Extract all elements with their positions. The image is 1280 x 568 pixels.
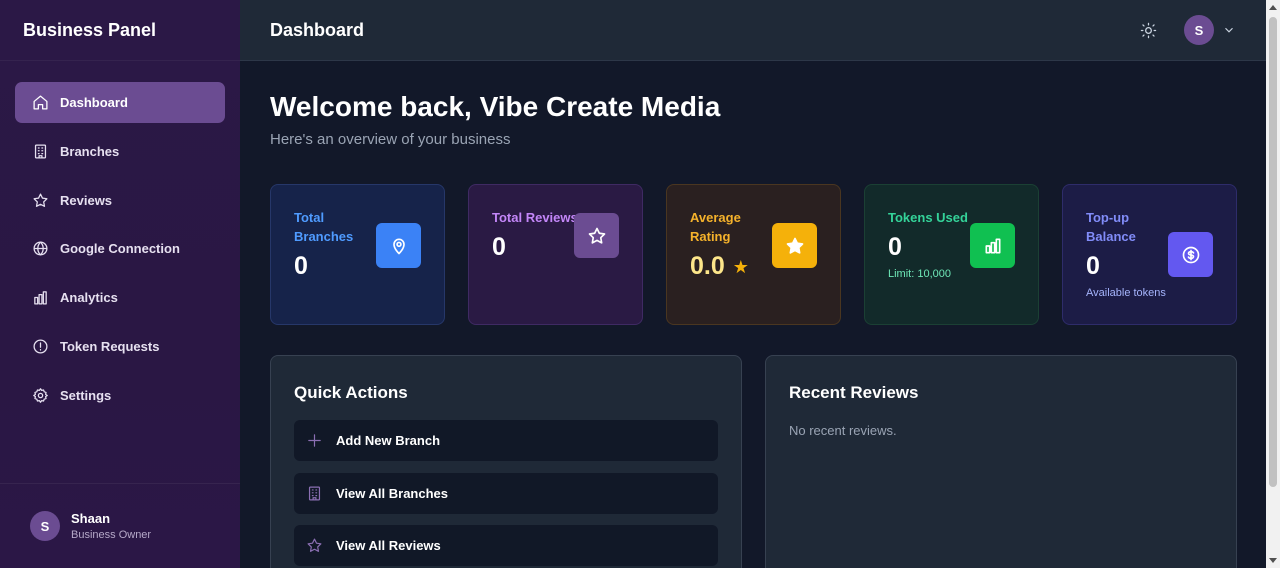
stat-card-total-branches: Total Branches 0 (270, 184, 445, 325)
rating-star-icon: ★ (732, 257, 749, 277)
star-icon (32, 192, 49, 209)
recent-reviews-title: Recent Reviews (789, 383, 919, 402)
star-icon (306, 537, 323, 554)
star-icon (574, 213, 619, 258)
building-icon (306, 485, 323, 502)
theme-toggle-sun-icon[interactable] (1138, 20, 1158, 40)
sidebar-item-settings[interactable]: Settings (15, 375, 225, 416)
sidebar-item-label: Token Requests (60, 338, 160, 354)
globe-icon (32, 240, 49, 257)
sidebar-item-label: Dashboard (60, 95, 128, 110)
sidebar-item-label: Branches (60, 143, 120, 159)
quick-actions-title: Quick Actions (294, 383, 408, 402)
sidebar-item-label: Settings (60, 387, 112, 403)
stat-value: 0 (888, 233, 902, 261)
dollar-coin-icon (1168, 232, 1213, 277)
welcome-subtitle: Here's an overview of your business (270, 131, 511, 148)
sidebar-item-branches[interactable]: Branches (15, 131, 225, 172)
avatar: S (30, 511, 60, 541)
stat-label: Total Reviews (492, 210, 578, 225)
gear-icon (32, 387, 49, 404)
sidebar-user[interactable]: S Shaan Business Owner (0, 483, 240, 568)
sidebar-item-reviews[interactable]: Reviews (15, 180, 225, 221)
quick-actions-panel: Quick Actions Add New Branch View All Br… (270, 355, 742, 568)
stat-cards: Total Branches 0 Total Reviews 0 Average… (270, 184, 1237, 325)
stat-label: Total Branches (294, 210, 354, 244)
quick-action-label: View All Reviews (336, 538, 441, 553)
quick-action-label: View All Branches (336, 485, 448, 501)
sidebar-item-dashboard[interactable]: Dashboard (15, 82, 225, 123)
map-pin-icon (376, 223, 421, 268)
scroll-down-arrow-icon[interactable] (1269, 558, 1277, 563)
view-all-reviews-button[interactable]: View All Reviews (294, 525, 718, 566)
plus-icon (306, 432, 323, 449)
stat-note: Available tokens (1086, 287, 1166, 299)
stat-value: 0 (294, 252, 308, 280)
add-new-branch-button[interactable]: Add New Branch (294, 420, 718, 461)
stat-card-topup-balance: Top-up Balance 0 Available tokens (1062, 184, 1237, 325)
star-icon (772, 223, 817, 268)
stat-card-total-reviews: Total Reviews 0 (468, 184, 643, 325)
user-role: Business Owner (71, 529, 152, 541)
stat-value: 0 (492, 233, 506, 261)
chevron-down-icon[interactable] (1222, 23, 1236, 37)
stat-label: Top-up Balance (1086, 210, 1136, 244)
sidebar-item-analytics[interactable]: Analytics (15, 277, 225, 318)
main-content: Welcome back, Vibe Create Media Here's a… (240, 61, 1266, 568)
stat-value: 0 (1086, 252, 1100, 280)
building-icon (32, 143, 49, 160)
view-all-branches-button[interactable]: View All Branches (294, 472, 718, 514)
bar-chart-icon (970, 223, 1015, 268)
user-name: Shaan (71, 511, 111, 526)
stat-card-average-rating: Average Rating 0.0 ★ (666, 184, 841, 325)
empty-reviews-text: No recent reviews. (789, 423, 897, 438)
header-avatar[interactable]: S (1184, 15, 1214, 45)
page-title: Dashboard (270, 19, 365, 40)
sidebar-item-label: Reviews (60, 192, 113, 208)
alert-circle-icon (32, 338, 49, 355)
quick-action-label: Add New Branch (336, 433, 441, 448)
sidebar-item-token-requests[interactable]: Token Requests (15, 326, 225, 367)
top-header: Dashboard S (240, 0, 1266, 61)
stat-label: Average Rating (690, 210, 741, 244)
stat-card-tokens-used: Tokens Used 0 Limit: 10,000 (864, 184, 1039, 325)
bar-chart-icon (32, 289, 49, 306)
sidebar-item-google-connection[interactable]: Google Connection (15, 228, 225, 269)
scroll-up-arrow-icon[interactable] (1269, 5, 1277, 10)
home-icon (32, 94, 49, 111)
welcome-heading: Welcome back, Vibe Create Media (270, 91, 721, 122)
brand-title: Business Panel (0, 0, 240, 61)
scroll-thumb[interactable] (1269, 17, 1277, 487)
sidebar-nav: Dashboard Branches Reviews Google Connec… (0, 61, 240, 416)
stat-label: Tokens Used (888, 210, 968, 225)
sidebar-item-label: Analytics (60, 290, 118, 306)
sidebar-item-label: Google Connection (60, 241, 180, 257)
sidebar: Business Panel Dashboard Branches Review… (0, 0, 240, 568)
stat-value: 0.0 (690, 252, 725, 280)
recent-reviews-panel: Recent Reviews No recent reviews. (765, 355, 1237, 568)
stat-note: Limit: 10,000 (888, 268, 951, 280)
page-scrollbar[interactable] (1266, 0, 1280, 568)
